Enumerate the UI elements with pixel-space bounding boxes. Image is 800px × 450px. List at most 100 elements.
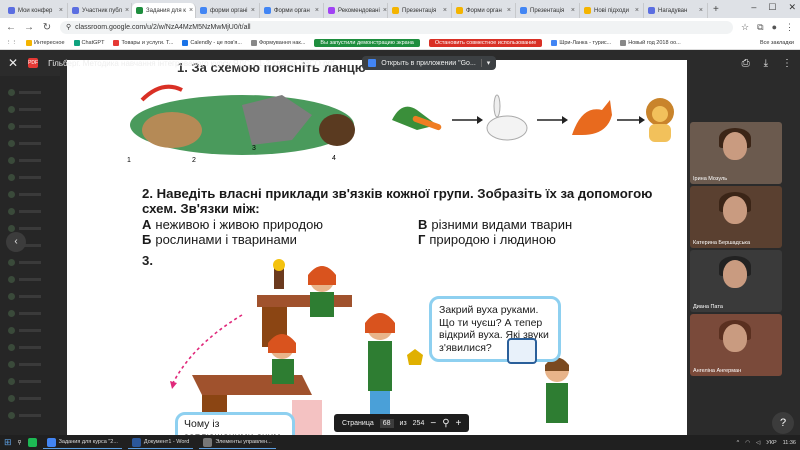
dimmed-list-item — [8, 207, 52, 215]
viewer-toolbar: ✕ PDF Гільберг. Методика навчання інтегр… — [0, 50, 800, 76]
participant-name: Диана Пата — [693, 304, 723, 310]
profile-icon[interactable]: ● — [772, 22, 777, 33]
browser-tab[interactable]: Рекомендовані × — [324, 3, 388, 18]
participant-video — [723, 196, 747, 224]
browser-tab[interactable]: Форми орган × — [452, 3, 516, 18]
url-input[interactable]: ⚲ classroom.google.com/u/2/w/NzA4MzM5NzM… — [60, 20, 734, 34]
tab-close-icon[interactable]: × — [507, 7, 511, 14]
browser-tab[interactable]: Нагадуван × — [644, 3, 708, 18]
taskbar-app-chrome[interactable]: Задания для курса "2... — [42, 436, 122, 449]
windows-start-icon[interactable]: ⊞ — [4, 437, 12, 448]
bookmark-item[interactable]: Формування нак... — [250, 39, 305, 46]
minimize-icon[interactable]: – — [751, 2, 756, 13]
clock[interactable]: 11:36 — [783, 440, 796, 446]
tab-close-icon[interactable]: × — [315, 7, 319, 14]
zoom-in-icon[interactable]: + — [456, 418, 462, 429]
dimmed-list-item — [8, 377, 52, 385]
participant-name: Катерина Бершадська — [693, 240, 751, 246]
reload-icon[interactable]: ↻ — [42, 22, 52, 33]
page-number-input[interactable]: 68 — [379, 418, 394, 428]
close-window-icon[interactable]: ✕ — [788, 2, 796, 13]
svg-text:2: 2 — [192, 157, 196, 164]
tab-label: Задания для к — [146, 7, 186, 14]
browser-tab[interactable]: Нові підходи × — [580, 3, 644, 18]
volume-icon[interactable]: ◁ — [756, 440, 760, 446]
wifi-icon[interactable]: ◠ — [745, 440, 750, 446]
print-icon[interactable]: ⎙ — [742, 58, 750, 69]
browser-tab[interactable]: Презентація × — [516, 3, 580, 18]
extensions-icon[interactable]: ⧉ — [757, 22, 763, 33]
new-tab-button[interactable]: + — [708, 4, 724, 15]
share-status-badge: Вы запустили демонстрацию экрана — [314, 38, 420, 47]
tab-favicon-icon — [328, 7, 335, 14]
participant-name: Ангеліна Ангерман — [693, 368, 742, 374]
dimmed-list-item — [8, 343, 52, 351]
window-controls: – ☐ ✕ — [751, 2, 796, 13]
tab-label: Мои конфер — [18, 7, 53, 14]
language-indicator[interactable]: УКР — [766, 440, 776, 446]
tab-label: Форми орган — [274, 7, 310, 14]
browser-tab[interactable]: Презентація × — [388, 3, 452, 18]
previous-file-button[interactable]: ‹ — [6, 232, 26, 252]
food-chain-illustration-right — [392, 94, 674, 142]
search-icon[interactable]: ⚲ — [18, 440, 22, 446]
more-options-icon[interactable]: ⋮ — [782, 58, 792, 69]
bookmark-item[interactable]: Шри-Ланка - турис... — [551, 39, 611, 46]
page-of-label: из — [399, 419, 407, 427]
menu-icon[interactable]: ⋮ — [785, 22, 794, 33]
question-2: 2. Наведіть власні приклади зв'язків кож… — [142, 186, 653, 216]
all-bookmarks-button[interactable]: Все закладки — [760, 40, 794, 46]
dimmed-list-item — [8, 275, 52, 283]
browser-tab[interactable]: Участник публ × — [68, 3, 132, 18]
bookmark-item[interactable]: Calendly - це пов'я... — [182, 39, 242, 46]
bookmark-item[interactable]: Товары и услуги. Т... — [113, 39, 173, 46]
tab-close-icon[interactable]: × — [571, 7, 575, 14]
participant-video — [723, 324, 747, 352]
browser-tab[interactable]: форми органі × — [196, 3, 260, 18]
maximize-icon[interactable]: ☐ — [768, 2, 776, 13]
help-button[interactable]: ? — [772, 412, 794, 434]
apps-grid-icon[interactable]: ⋮⋮ — [6, 40, 17, 46]
bookmark-item[interactable]: Новый год 2018 оо... — [620, 39, 681, 46]
spotify-icon[interactable] — [27, 438, 37, 447]
browser-tab[interactable]: Задания для к × — [132, 3, 196, 18]
tab-close-icon[interactable]: × — [635, 7, 639, 14]
stop-sharing-button[interactable]: Остановить совместное использование — [428, 38, 543, 47]
tab-close-icon[interactable]: × — [251, 7, 255, 14]
zoom-out-icon[interactable]: − — [430, 418, 436, 429]
taskbar-app-word[interactable]: Документ1 - Word — [127, 436, 194, 449]
download-icon[interactable]: ⤓ — [764, 58, 768, 69]
bookmark-item[interactable]: Интересное — [26, 39, 65, 46]
tab-favicon-icon — [520, 7, 527, 14]
browser-tab[interactable]: Мои конфер × — [4, 3, 68, 18]
dimmed-list-item — [8, 173, 52, 181]
browser-tab[interactable]: Форми орган × — [260, 3, 324, 18]
zoom-icon[interactable]: ⚲ — [442, 418, 449, 429]
tab-close-icon[interactable]: × — [443, 7, 447, 14]
dimmed-list-item — [8, 105, 52, 113]
tab-close-icon[interactable]: × — [59, 7, 63, 14]
bookmark-star-icon[interactable]: ☆ — [741, 22, 749, 33]
open-in-app-button[interactable]: Открыть в приложении "Go... ▾ — [362, 56, 497, 70]
ear-icon — [507, 338, 537, 364]
participant-tile[interactable]: Диана Пата — [690, 250, 782, 312]
tab-close-icon[interactable]: × — [383, 7, 387, 14]
chevron-down-icon[interactable]: ▾ — [480, 59, 490, 67]
dimmed-list-item — [8, 156, 52, 164]
site-info-icon[interactable]: ⚲ — [66, 23, 71, 31]
back-icon[interactable]: ← — [6, 22, 16, 33]
participant-tile[interactable]: Катерина Бершадська — [690, 186, 782, 248]
dimmed-list-item — [8, 394, 52, 402]
tray-chevron-icon[interactable]: ^ — [737, 440, 740, 446]
bookmark-item[interactable]: ChatGPT — [73, 39, 104, 46]
dimmed-list-item — [8, 224, 52, 232]
taskbar-app-control[interactable]: Элементы управлен... — [199, 436, 276, 449]
tab-close-icon[interactable]: × — [189, 7, 193, 14]
close-viewer-icon[interactable]: ✕ — [8, 56, 18, 70]
participant-tile[interactable]: Ірина Мозуль — [690, 122, 782, 184]
dimmed-list-item — [8, 292, 52, 300]
tab-close-icon[interactable]: × — [125, 7, 129, 14]
participant-tile[interactable]: Ангеліна Ангерман — [690, 314, 782, 376]
forward-icon[interactable]: → — [24, 22, 34, 33]
tab-close-icon[interactable]: × — [699, 7, 703, 14]
